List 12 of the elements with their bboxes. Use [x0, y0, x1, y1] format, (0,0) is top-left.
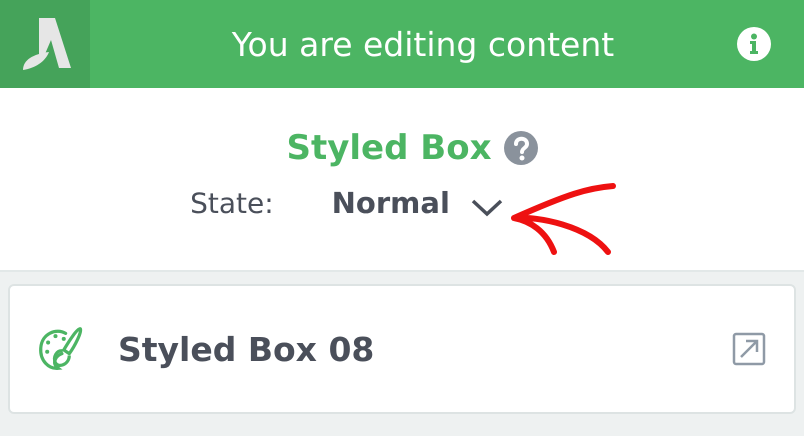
state-label: State: [190, 186, 274, 220]
help-icon[interactable] [504, 131, 538, 165]
palette-icon [38, 326, 84, 372]
header-title: You are editing content [230, 24, 616, 64]
logo-tile[interactable] [0, 0, 90, 88]
info-icon[interactable] [736, 26, 772, 62]
element-name: Styled Box 08 [118, 330, 376, 368]
chevron-down-icon [470, 197, 504, 217]
panel-title: Styled Box [286, 128, 492, 168]
state-dropdown[interactable]: Normal [332, 186, 504, 220]
expand-icon[interactable] [732, 332, 766, 366]
element-card[interactable]: Styled Box 08 [8, 284, 796, 414]
